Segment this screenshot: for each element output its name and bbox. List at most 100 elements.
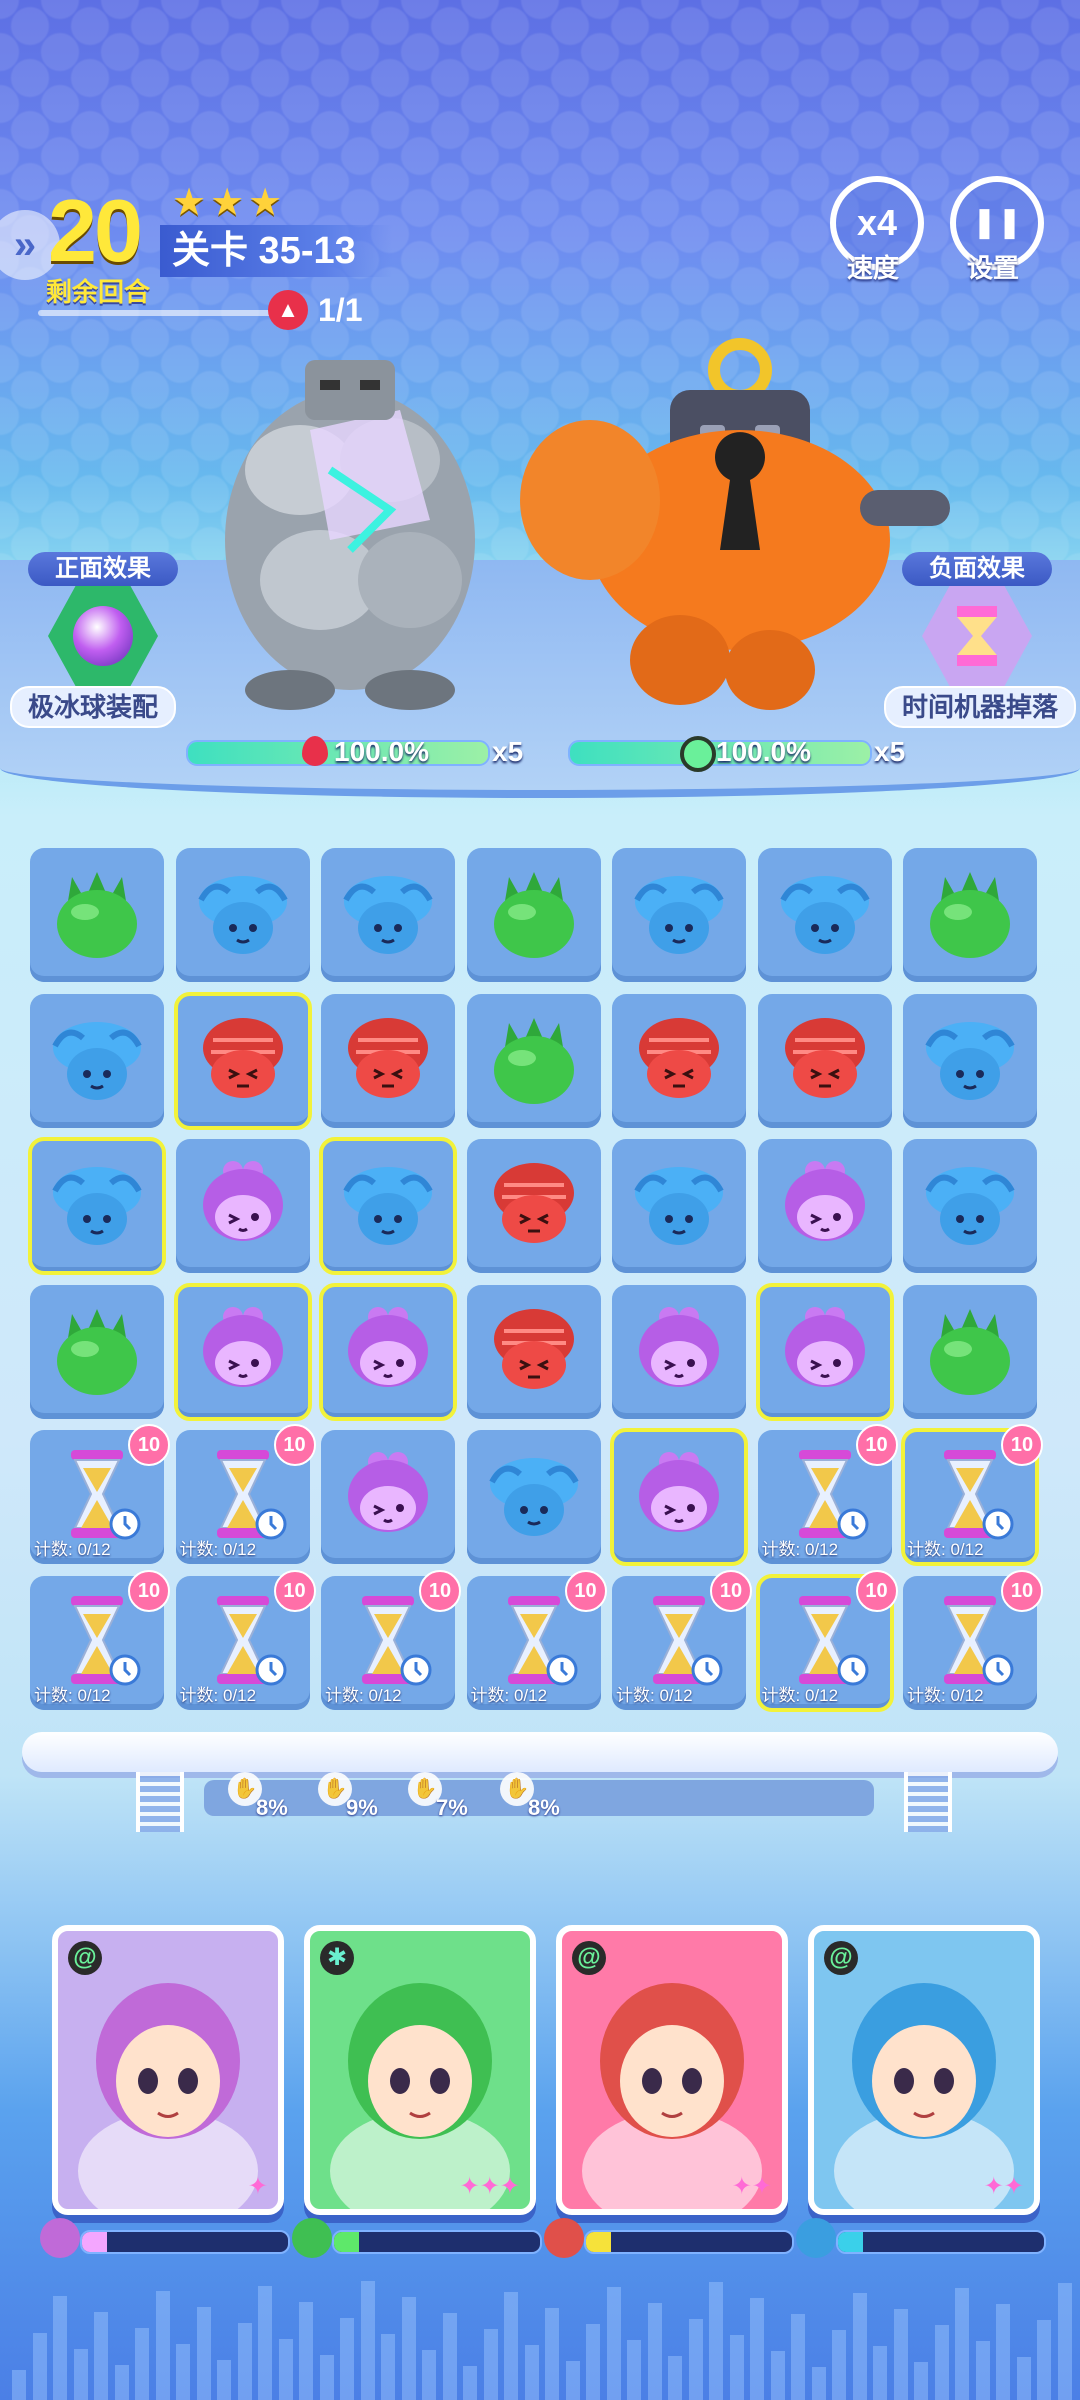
equalizer-bar [340, 2318, 354, 2400]
board-cell-green[interactable] [903, 1284, 1037, 1419]
board-cell-blue[interactable] [319, 1137, 457, 1275]
board-cell-blue[interactable] [903, 993, 1037, 1128]
equalizer-bar [709, 2282, 723, 2400]
board-cell-hourglass[interactable]: 10 计数: 0/12 [757, 1424, 898, 1564]
board-cell-red[interactable] [466, 1284, 601, 1419]
equalizer-bar [463, 2366, 477, 2400]
board-cell-hourglass[interactable]: 10 计数: 0/12 [903, 1569, 1043, 1710]
red-gem-icon [493, 1308, 574, 1389]
board-cell-red[interactable] [466, 1139, 601, 1273]
equalizer-bar [545, 2308, 559, 2400]
board-cell-blue[interactable] [612, 1139, 746, 1273]
board-cell-red[interactable] [612, 993, 746, 1128]
hero-charge-bar [584, 2230, 794, 2254]
left-spring [136, 1772, 184, 1832]
board-cell-blue[interactable] [612, 848, 746, 982]
positive-effect-title: 正面效果 [28, 552, 178, 586]
robot-bunny-hero-card[interactable]: ✱ ✦✦✦ [304, 1925, 536, 2215]
equalizer-bar [565, 2361, 580, 2400]
equalizer-bar [422, 2350, 436, 2400]
board-cell-blue[interactable] [175, 848, 310, 982]
equalizer-bar [217, 2360, 231, 2400]
dragon-boy-hero-card[interactable]: @ ✦✦ [808, 1925, 1040, 2215]
blue-gem-icon [634, 1167, 724, 1245]
blue-gem-icon [779, 876, 870, 954]
board-cell-green[interactable] [903, 848, 1037, 982]
equalizer-bar [729, 2335, 744, 2400]
board-cell-purple[interactable] [612, 1284, 746, 1419]
equalizer-bar [955, 2288, 969, 2400]
board-cell-blue[interactable] [28, 1137, 166, 1275]
hourglass-hp-badge: 10 [273, 1424, 316, 1466]
enemy-2-multiplier: x5 [874, 736, 906, 767]
elf-girl-hero-card[interactable]: @ ✦ [52, 1925, 284, 2215]
board-cell-blue[interactable] [466, 1430, 601, 1564]
equalizer-bar [53, 2296, 67, 2400]
hero-stars: ✦✦ [731, 2173, 772, 2200]
equalizer-bar [688, 2319, 703, 2400]
hourglass-block-icon [944, 1450, 1014, 1540]
board-cell-hourglass[interactable]: 10 计数: 0/12 [466, 1569, 607, 1710]
board-cell-green[interactable] [30, 848, 164, 982]
hourglass-hp-badge: 10 [128, 1424, 170, 1466]
board-cell-green[interactable] [466, 848, 601, 982]
hourglass-block-icon [507, 1595, 577, 1685]
board-cell-hourglass[interactable]: 10 计数: 0/12 [755, 1569, 898, 1712]
hourglass-hp-badge: 10 [128, 1569, 170, 1612]
board-cell-hourglass[interactable]: 10 计数: 0/12 [901, 1424, 1043, 1566]
board-cell-purple[interactable] [173, 1282, 312, 1421]
blue-gem-icon [634, 876, 724, 954]
blue-gem-icon [925, 1021, 1015, 1100]
equalizer-bar [12, 2370, 26, 2400]
hero-charge-fill [82, 2232, 107, 2252]
hourglass-block-icon [216, 1595, 286, 1685]
equalizer-bar [504, 2292, 518, 2400]
hero-charge-bar [332, 2230, 542, 2254]
hourglass-counter-text: 计数: 0/12 [179, 1540, 257, 1559]
board-cell-hourglass[interactable]: 10 计数: 0/12 [30, 1424, 170, 1564]
equalizer-bar [32, 2333, 47, 2400]
hourglass-counter-text: 计数: 0/12 [761, 1685, 839, 1705]
board-cell-blue[interactable] [321, 848, 455, 982]
board-cell-purple[interactable] [610, 1428, 748, 1566]
hourglass-hp-badge: 10 [419, 1569, 461, 1612]
board-cell-blue[interactable] [903, 1139, 1037, 1273]
blue-gem-icon [52, 1021, 142, 1100]
board-cell-green[interactable] [466, 993, 601, 1128]
enemy-2-hp-text: 100.0% [716, 736, 811, 767]
board-cell-red[interactable] [321, 993, 455, 1128]
orange-robot-enemy[interactable] [520, 330, 960, 720]
equalizer-bar [791, 2314, 805, 2400]
board-cell-hourglass[interactable]: 10 计数: 0/12 [175, 1424, 316, 1564]
launch-rail [22, 1732, 1058, 1772]
hourglass-block-icon [798, 1450, 868, 1540]
board-cell-hourglass[interactable]: 10 计数: 0/12 [175, 1569, 316, 1710]
board-cell-purple[interactable] [755, 1282, 894, 1421]
board-cell-red[interactable] [173, 991, 312, 1130]
hourglass-hp-badge: 10 [1001, 1569, 1043, 1612]
hourglass-counter-text: 计数: 0/12 [34, 1685, 111, 1705]
board-cell-blue[interactable] [30, 993, 164, 1128]
board-cell-purple[interactable] [321, 1430, 455, 1564]
purple-gem-icon [639, 1452, 719, 1532]
hourglass-counter-text: 计数: 0/12 [907, 1685, 984, 1705]
hero-charge-fill [838, 2232, 863, 2252]
rock-golem-enemy[interactable] [190, 350, 510, 720]
maid-girl-hero-card[interactable]: @ ✦✦ [556, 1925, 788, 2215]
equalizer-bar [483, 2329, 498, 2400]
blue-gem-icon [343, 876, 433, 954]
board-cell-blue[interactable] [757, 848, 892, 982]
rate-3: 7% [436, 1795, 468, 1820]
board-cell-hourglass[interactable]: 10 计数: 0/12 [30, 1569, 170, 1710]
board-cell-purple[interactable] [319, 1282, 457, 1421]
hourglass-block-icon [71, 1450, 141, 1540]
board-cell-hourglass[interactable]: 10 计数: 0/12 [612, 1569, 752, 1710]
board-cell-hourglass[interactable]: 10 计数: 0/12 [321, 1569, 461, 1710]
board-cell-purple[interactable] [757, 1139, 892, 1273]
equalizer-bar [360, 2281, 375, 2400]
board-cell-red[interactable] [757, 993, 892, 1128]
purple-gem-icon [784, 1161, 865, 1241]
board-cell-green[interactable] [30, 1284, 164, 1419]
hero-stars: ✦ [247, 2173, 268, 2200]
board-cell-purple[interactable] [175, 1139, 310, 1273]
